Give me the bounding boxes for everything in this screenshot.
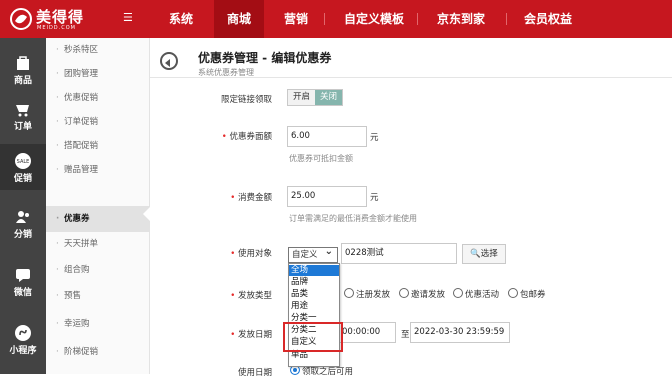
subnav-item[interactable]: 组合购 [46,258,150,282]
page-subtitle: 系统优惠券管理 [198,68,254,77]
subnav-item[interactable]: 优惠促销 [46,86,150,110]
sidebar-item-mini-program[interactable]: 小程序 [0,316,46,362]
toggle-off-option[interactable]: 关闭 [315,90,343,105]
subnav-item[interactable]: 幸运购 [46,312,150,336]
mini-program-icon [15,325,31,341]
sidebar-item-orders[interactable]: 订单 [0,92,46,138]
sidebar-item-distribution[interactable]: 分销 [0,200,46,246]
choose-button-label: 选择 [480,249,498,259]
nav-jd-home[interactable]: 京东到家 [425,0,497,38]
min-spend-label: • 消费金额 [230,193,272,203]
min-spend-unit: 元 [370,193,379,203]
page-header: 优惠券管理 - 编辑优惠券 系统优惠券管理 [150,38,672,78]
active-pointer [143,206,151,222]
sidebar-label: 商品 [13,76,32,86]
nav-mall[interactable]: 商城 [214,0,264,38]
choose-button[interactable]: 🔍选择 [462,244,506,264]
subnav-item[interactable]: 团购管理 [46,62,150,86]
back-icon[interactable] [160,52,178,70]
annotation-highlight-box [283,322,343,352]
min-spend-input[interactable]: 25.00 [287,186,367,207]
subnav-item-coupon[interactable]: 优惠券 [46,206,150,232]
sidebar-label: 订单 [13,122,32,132]
sidebar-label: 微信 [13,288,32,298]
nav-separator [417,13,418,25]
target-select[interactable]: 自定义 [288,245,338,263]
sidebar-label: 分销 [13,230,32,240]
sub-navigation: 秒杀特区 团购管理 优惠促销 订单促销 搭配促销 赠品管理 优惠券 天天拼单 组… [46,38,150,374]
dropdown-option[interactable]: 用途 [289,301,339,312]
nav-system[interactable]: 系统 [158,0,204,38]
bag-icon [17,56,29,70]
face-value-label: • 优惠券面额 [221,132,272,142]
page-title: 优惠券管理 - 编辑优惠券 [198,51,332,65]
dropdown-option[interactable]: 品牌 [289,277,339,288]
dropdown-option[interactable]: 全场 [289,265,339,276]
nav-separator [324,13,325,25]
limit-link-toggle[interactable]: 开启 关闭 [287,89,344,106]
nav-separator [506,13,507,25]
nav-custom-template[interactable]: 自定义模板 [335,0,413,38]
face-value-hint: 优惠券可抵扣金额 [289,154,353,163]
toggle-on-option[interactable]: 开启 [288,90,316,105]
cart-icon [16,105,29,117]
subnav-item[interactable]: 订单促销 [46,110,150,134]
subnav-item[interactable]: 秒杀特区 [46,38,150,62]
sidebar-label: 促销 [13,174,32,184]
radio-promo[interactable]: 优惠活动 [453,288,499,300]
sidebar-label: 小程序 [9,346,37,356]
brand-logo[interactable]: 美得得 MEIDD.COM [9,6,121,32]
target-input[interactable]: 0228测试 [341,243,457,264]
radio-register[interactable]: 注册发放 [344,288,390,300]
subnav-item[interactable]: 赠品管理 [46,158,150,182]
issue-date-start[interactable]: 00:00:00 [338,322,396,343]
subnav-item[interactable]: 天天拼单 [46,232,150,256]
issue-date-label: • 发放日期 [230,330,272,340]
issue-date-end[interactable]: 2022-03-30 23:59:59 [410,322,510,343]
search-icon: 🔍 [470,249,481,259]
dropdown-option[interactable]: 品类 [289,289,339,300]
logo-mark-icon [10,8,32,30]
min-spend-hint: 订单需满足的最低消费金额才能使用 [289,214,417,223]
subnav-item[interactable]: 阶梯促销 [46,340,150,364]
brand-name: 美得得 [36,8,85,26]
sidebar-item-goods[interactable]: 商品 [0,46,46,92]
subnav-item[interactable]: 搭配促销 [46,134,150,158]
menu-toggle-icon[interactable]: ☰ [123,12,135,24]
date-range-separator: 至 [401,330,410,340]
nav-marketing[interactable]: 营销 [275,0,317,38]
face-value-input[interactable]: 6.00 [287,126,367,147]
people-icon [16,211,29,223]
issue-type-label: • 发放类型 [230,291,272,301]
face-value-unit: 元 [370,133,379,143]
brand-domain: MEIDD.COM [37,25,76,31]
chat-icon [16,269,30,282]
radio-invite[interactable]: 邀请发放 [399,288,445,300]
use-date-label: 使用日期 [237,368,272,378]
sidebar: 商品 订单 SALE 促销 分销 微信 小程序 [0,38,46,374]
sale-icon: SALE [15,153,31,169]
radio-free-shipping[interactable]: 包邮券 [508,288,546,300]
nav-member-benefits[interactable]: 会员权益 [515,0,581,38]
top-bar: 美得得 MEIDD.COM ☰ 系统 商城 营销 自定义模板 京东到家 会员权益 [0,0,672,38]
svg-text:SALE: SALE [17,159,30,165]
limit-link-label: 限定链接领取 [220,95,272,105]
sidebar-item-wechat[interactable]: 微信 [0,258,46,304]
target-label: • 使用对象 [230,249,272,259]
sidebar-item-promotion[interactable]: SALE 促销 [0,144,46,190]
subnav-item[interactable]: 预售 [46,284,150,308]
